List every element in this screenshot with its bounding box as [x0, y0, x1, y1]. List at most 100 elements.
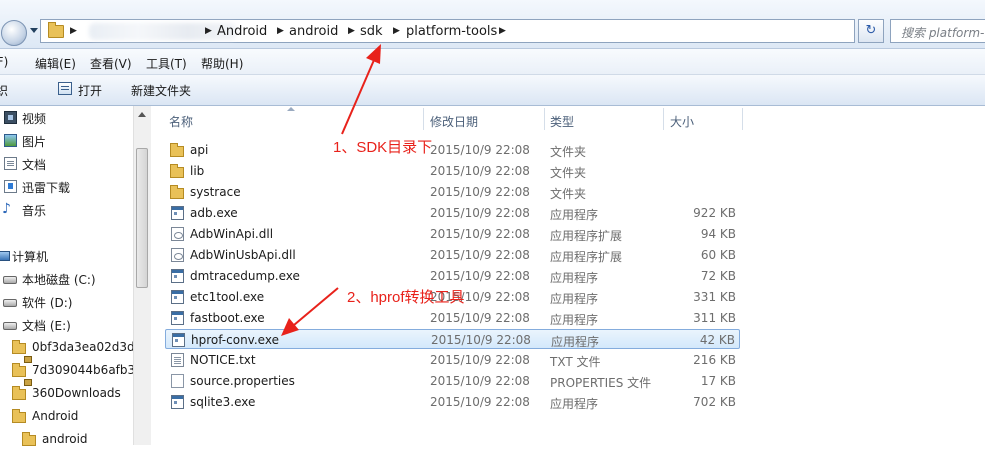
file-type: 应用程序	[550, 313, 599, 327]
nav-item-drive-e[interactable]: 文档 (E:)	[0, 314, 132, 336]
file-row[interactable]: dmtracedump.exe 2015/10/9 22:08 应用程序 72 KB	[165, 266, 740, 286]
nav-item-pictures[interactable]: 图片	[0, 130, 132, 152]
pictures-icon	[4, 134, 17, 147]
scroll-up-icon[interactable]	[138, 112, 146, 117]
file-row[interactable]: fastboot.exe 2015/10/9 22:08 应用程序 311 KB	[165, 308, 740, 328]
generic-file-icon	[171, 374, 184, 388]
nav-label: android	[42, 432, 88, 446]
file-row[interactable]: api 2015/10/9 22:08 文件夹	[165, 140, 740, 160]
folder-icon	[170, 185, 184, 199]
application-icon	[172, 333, 185, 347]
file-row[interactable]: AdbWinApi.dll 2015/10/9 22:08 应用程序扩展 94 KB	[165, 224, 740, 244]
video-icon	[4, 111, 17, 124]
downloads-icon	[4, 180, 17, 193]
file-name: AdbWinApi.dll	[190, 227, 274, 241]
column-header-name[interactable]: 名称	[165, 107, 423, 131]
address-bar[interactable]: ▶ ▶ Android ▶ android ▶ sdk ▶ platform-t…	[40, 19, 881, 43]
chevron-right-icon[interactable]: ▶	[277, 26, 284, 36]
file-name: NOTICE.txt	[190, 353, 256, 367]
open-button[interactable]: 打开	[78, 82, 102, 99]
column-header-size[interactable]: 大小	[664, 107, 742, 131]
address-toolbar: ▶ ▶ Android ▶ android ▶ sdk ▶ platform-t…	[0, 0, 985, 49]
file-date: 2015/10/9 22:08	[430, 227, 530, 241]
folder-icon	[170, 143, 184, 157]
history-dropdown-icon[interactable]	[30, 28, 38, 33]
file-name: fastboot.exe	[190, 311, 265, 325]
chevron-right-icon[interactable]: ▶	[393, 26, 400, 36]
file-date: 2015/10/9 22:08	[430, 353, 530, 367]
menu-help[interactable]: 帮助(H)	[201, 55, 243, 72]
locked-folder-icon	[12, 363, 32, 386]
application-icon	[171, 395, 184, 409]
drive-icon	[3, 276, 17, 284]
file-date: 2015/10/9 22:08	[430, 143, 530, 157]
nav-item-folder-0bf3[interactable]: 0bf3da3ea02d3d	[0, 337, 135, 363]
file-row[interactable]: source.properties 2015/10/9 22:08 PROPERTI…	[165, 371, 740, 391]
nav-item-drive-c[interactable]: 本地磁盘 (C:)	[0, 268, 132, 290]
column-label: 大小	[670, 115, 695, 129]
file-date: 2015/10/9 22:08	[430, 206, 530, 220]
nav-label: 软件 (D:)	[22, 296, 73, 310]
chevron-right-icon[interactable]: ▶	[70, 26, 77, 36]
organize-button[interactable]: 织	[0, 82, 8, 99]
drive-icon	[3, 299, 17, 307]
file-row[interactable]: adb.exe 2015/10/9 22:08 应用程序 922 KB	[165, 203, 740, 223]
application-icon	[171, 206, 184, 220]
menu-edit[interactable]: 编辑(E)	[35, 55, 76, 72]
music-icon: ♪	[2, 201, 11, 217]
file-type: 应用程序扩展	[550, 250, 623, 264]
new-folder-button[interactable]: 新建文件夹	[131, 82, 191, 99]
file-size: 311 KB	[693, 311, 736, 325]
file-row[interactable]: sqlite3.exe 2015/10/9 22:08 应用程序 702 KB	[165, 392, 740, 412]
computer-icon	[0, 251, 10, 261]
file-name: etc1tool.exe	[190, 290, 265, 304]
nav-label: 360Downloads	[32, 386, 121, 400]
nav-item-documents[interactable]: 文档	[0, 153, 132, 175]
breadcrumb-android-lower[interactable]: android	[289, 24, 338, 39]
nav-item-downloads[interactable]: 迅雷下载	[0, 176, 132, 198]
file-size: 331 KB	[693, 290, 736, 304]
nav-item-folder-android[interactable]: Android	[0, 406, 132, 428]
file-date: 2015/10/9 22:08	[430, 248, 530, 262]
menu-tools[interactable]: 工具(T)	[146, 55, 187, 72]
file-row[interactable]: systrace 2015/10/9 22:08 文件夹	[165, 182, 740, 202]
file-row[interactable]: NOTICE.txt 2015/10/9 22:08 TXT 文件 216 KB	[165, 350, 740, 370]
nav-item-folder-7d30[interactable]: 7d309044b6afb3(	[0, 360, 140, 386]
file-row[interactable]: lib 2015/10/9 22:08 文件夹	[165, 161, 740, 181]
file-row[interactable]: hprof-conv.exe 2015/10/9 22:08 应用程序 42 KB	[165, 329, 740, 349]
file-name: api	[190, 143, 209, 157]
file-type: 应用程序扩展	[550, 229, 623, 243]
refresh-button[interactable]: ↻	[858, 19, 884, 43]
nav-item-folder-android-lower[interactable]: android	[0, 429, 132, 451]
breadcrumb-android[interactable]: Android	[217, 24, 267, 39]
file-name: AdbWinUsbApi.dll	[190, 248, 296, 262]
column-divider[interactable]	[742, 108, 743, 130]
application-icon	[171, 311, 184, 325]
file-size: 216 KB	[693, 353, 736, 367]
file-type: 应用程序	[551, 335, 600, 349]
nav-item-computer[interactable]: 计算机	[0, 245, 132, 267]
nav-item-music[interactable]: ♪ 音乐	[0, 199, 132, 221]
chevron-right-icon[interactable]: ▶	[205, 26, 212, 36]
search-input[interactable]: 搜索 platform-tools	[890, 19, 985, 43]
chevron-right-icon[interactable]: ▶	[499, 26, 506, 36]
nav-item-videos[interactable]: 视频	[0, 107, 132, 129]
annotation-sdk-directory: 1、SDK目录下	[333, 139, 433, 156]
nav-label: 7d309044b6afb3(	[32, 363, 140, 377]
breadcrumb-sdk[interactable]: sdk	[360, 24, 383, 39]
back-button[interactable]	[1, 20, 27, 46]
column-header-type[interactable]: 类型	[545, 107, 663, 131]
scrollbar-thumb[interactable]	[136, 148, 148, 288]
file-name: sqlite3.exe	[190, 395, 256, 409]
breadcrumb-platform-tools[interactable]: platform-tools	[406, 24, 497, 39]
menu-view[interactable]: 查看(V)	[90, 55, 132, 72]
nav-item-folder-360downloads[interactable]: 360Downloads	[0, 383, 132, 405]
chevron-right-icon[interactable]: ▶	[348, 26, 355, 36]
menu-file[interactable]: (F)	[0, 55, 8, 69]
command-bar: 织 打开 新建文件夹	[0, 75, 985, 106]
nav-item-drive-d[interactable]: 软件 (D:)	[0, 291, 132, 313]
column-header-date[interactable]: 修改日期	[424, 107, 544, 131]
nav-scrollbar[interactable]	[133, 106, 151, 445]
file-row[interactable]: AdbWinUsbApi.dll 2015/10/9 22:08 应用程序扩展 60 …	[165, 245, 740, 265]
nav-label: 视频	[22, 112, 47, 126]
